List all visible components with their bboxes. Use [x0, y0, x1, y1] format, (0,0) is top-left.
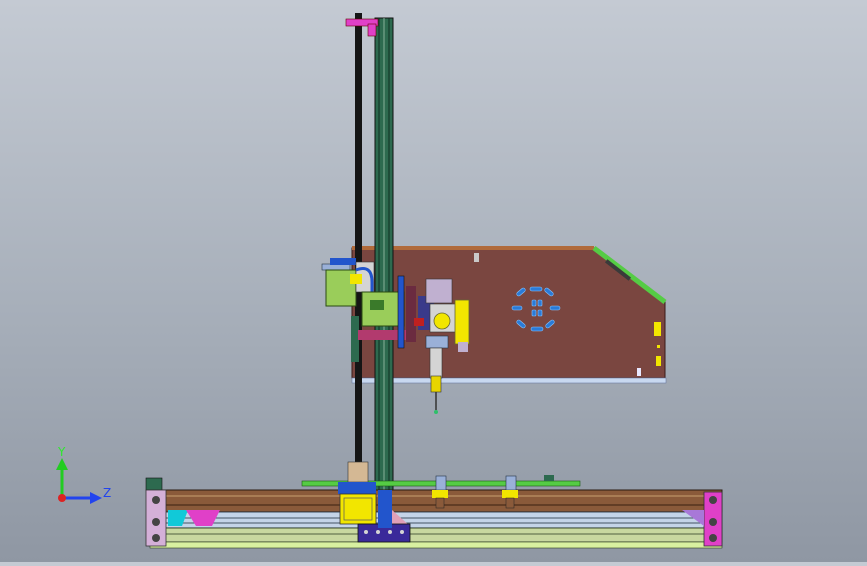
vertical-lead-rod[interactable]: [355, 13, 362, 491]
base-sensor: [544, 475, 554, 481]
cad-model-view[interactable]: Y Z: [0, 0, 867, 562]
vertical-extrusion-column[interactable]: [374, 17, 394, 505]
triad-origin: [58, 494, 66, 502]
coordinate-triad: Y Z: [56, 445, 111, 504]
z-axis-label: Z: [103, 486, 111, 500]
y-axis-label: Y: [57, 445, 66, 459]
cad-viewport[interactable]: Y Z: [0, 0, 867, 562]
